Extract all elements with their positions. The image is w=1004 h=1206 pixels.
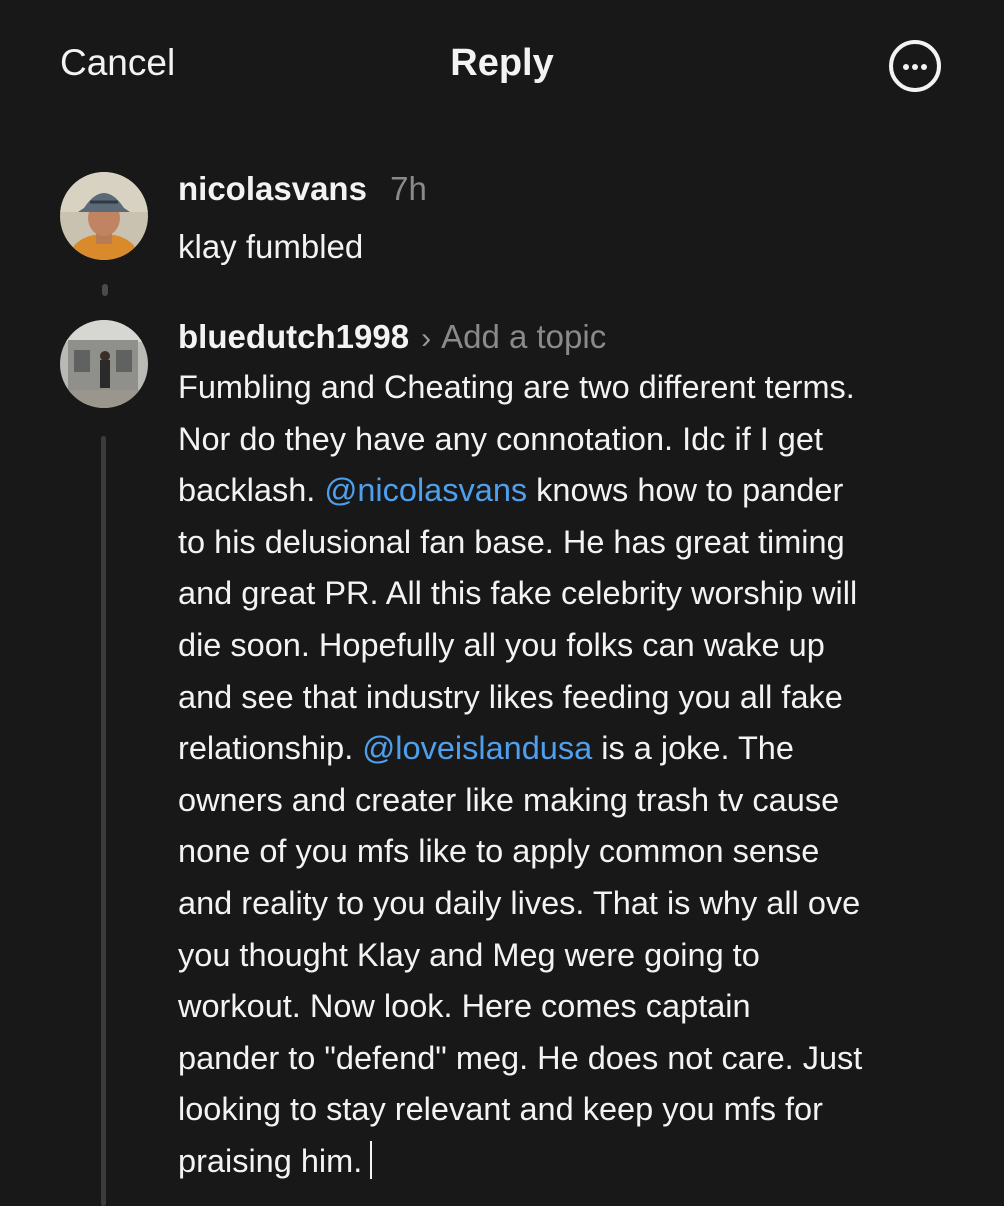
reply-text-line: looking to stay relevant and keep you mf…	[178, 1084, 968, 1136]
reply-text-line: and reality to you daily lives. That is …	[178, 878, 968, 930]
reply-text-line: pander to "defend" meg. He does not care…	[178, 1033, 968, 1085]
thread-line	[101, 436, 106, 1206]
reply-text-segment: pander to "defend" meg. He does not care…	[178, 1039, 863, 1076]
original-post-text: klay fumbled	[178, 228, 364, 265]
reply-header: Cancel Reply	[0, 0, 1004, 130]
reply-text-line: praising him.	[178, 1136, 968, 1188]
reply-text-line: you thought Klay and Meg were going to	[178, 930, 968, 982]
reply-text-segment: to his delusional fan base. He has great…	[178, 523, 845, 560]
user-avatar[interactable]	[60, 172, 148, 260]
reply-text-line: die soon. Hopefully all you folks can wa…	[178, 620, 968, 672]
reply-text-input[interactable]: Fumbling and Cheating are two different …	[178, 362, 968, 1188]
dot	[903, 64, 909, 70]
reply-text-segment: none of you mfs like to apply common sen…	[178, 833, 820, 870]
dot	[921, 64, 927, 70]
reply-text-line: to his delusional fan base. He has great…	[178, 517, 968, 569]
original-post-username[interactable]: nicolasvans	[178, 170, 367, 207]
thread-connector-dot	[102, 284, 108, 296]
reply-text-segment: is a joke. The	[592, 730, 794, 767]
reply-text-segment: and see that industry likes feeding you …	[178, 678, 843, 715]
reply-text-segment: workout. Now look. Here comes captain	[178, 988, 751, 1025]
reply-text-line: relationship. @loveislandusa is a joke. …	[178, 723, 968, 775]
reply-text-segment: praising him.	[178, 1142, 363, 1179]
page-title: Reply	[450, 42, 554, 84]
reply-text-segment: die soon. Hopefully all you folks can wa…	[178, 626, 825, 663]
reply-text-segment: and reality to you daily lives. That is …	[178, 884, 861, 921]
original-post-time: 7h	[390, 170, 427, 207]
reply-text-segment: owners and creater like making trash tv …	[178, 781, 840, 818]
reply-text-line: and see that industry likes feeding you …	[178, 672, 968, 724]
reply-text-segment: you thought Klay and Meg were going to	[178, 936, 760, 973]
mention-link[interactable]: @nicolasvans	[324, 472, 527, 508]
reply-text-line: none of you mfs like to apply common sen…	[178, 826, 968, 878]
chevron-right-icon: ›	[421, 322, 432, 355]
reply-text-line: and great PR. All this fake celebrity wo…	[178, 568, 968, 620]
reply-text-segment: relationship.	[178, 730, 363, 767]
reply-text-segment: looking to stay relevant and keep you mf…	[178, 1091, 823, 1128]
mention-link[interactable]: @loveislandusa	[362, 730, 592, 766]
reply-text-segment: Fumbling and Cheating are two different …	[178, 369, 855, 405]
reply-text-segment: knows how to pander	[527, 472, 844, 509]
reply-text-segment: and great PR. All this fake celebrity wo…	[178, 575, 858, 612]
add-topic-input[interactable]: Add a topic	[441, 318, 606, 356]
dot	[912, 64, 918, 70]
reply-text-line: owners and creater like making trash tv …	[178, 775, 968, 827]
reply-text-line: workout. Now look. Here comes captain	[178, 981, 968, 1033]
reply-text-line: Fumbling and Cheating are two different …	[178, 362, 968, 414]
reply-username[interactable]: bluedutch1998	[178, 318, 409, 355]
reply-header-row: bluedutch1998 › Add a topic	[178, 318, 606, 356]
reply-text-line: backlash. @nicolasvans knows how to pand…	[178, 465, 968, 517]
reply-text-line: Nor do they have any connotation. Idc if…	[178, 414, 968, 466]
original-post-header: nicolasvans 7h	[178, 170, 427, 208]
reply-text-segment: backlash.	[178, 472, 325, 509]
more-options-icon[interactable]	[889, 40, 941, 92]
user-avatar[interactable]	[60, 320, 148, 408]
text-cursor	[370, 1140, 373, 1179]
reply-text-segment: Nor do they have any connotation. Idc if…	[178, 420, 823, 457]
